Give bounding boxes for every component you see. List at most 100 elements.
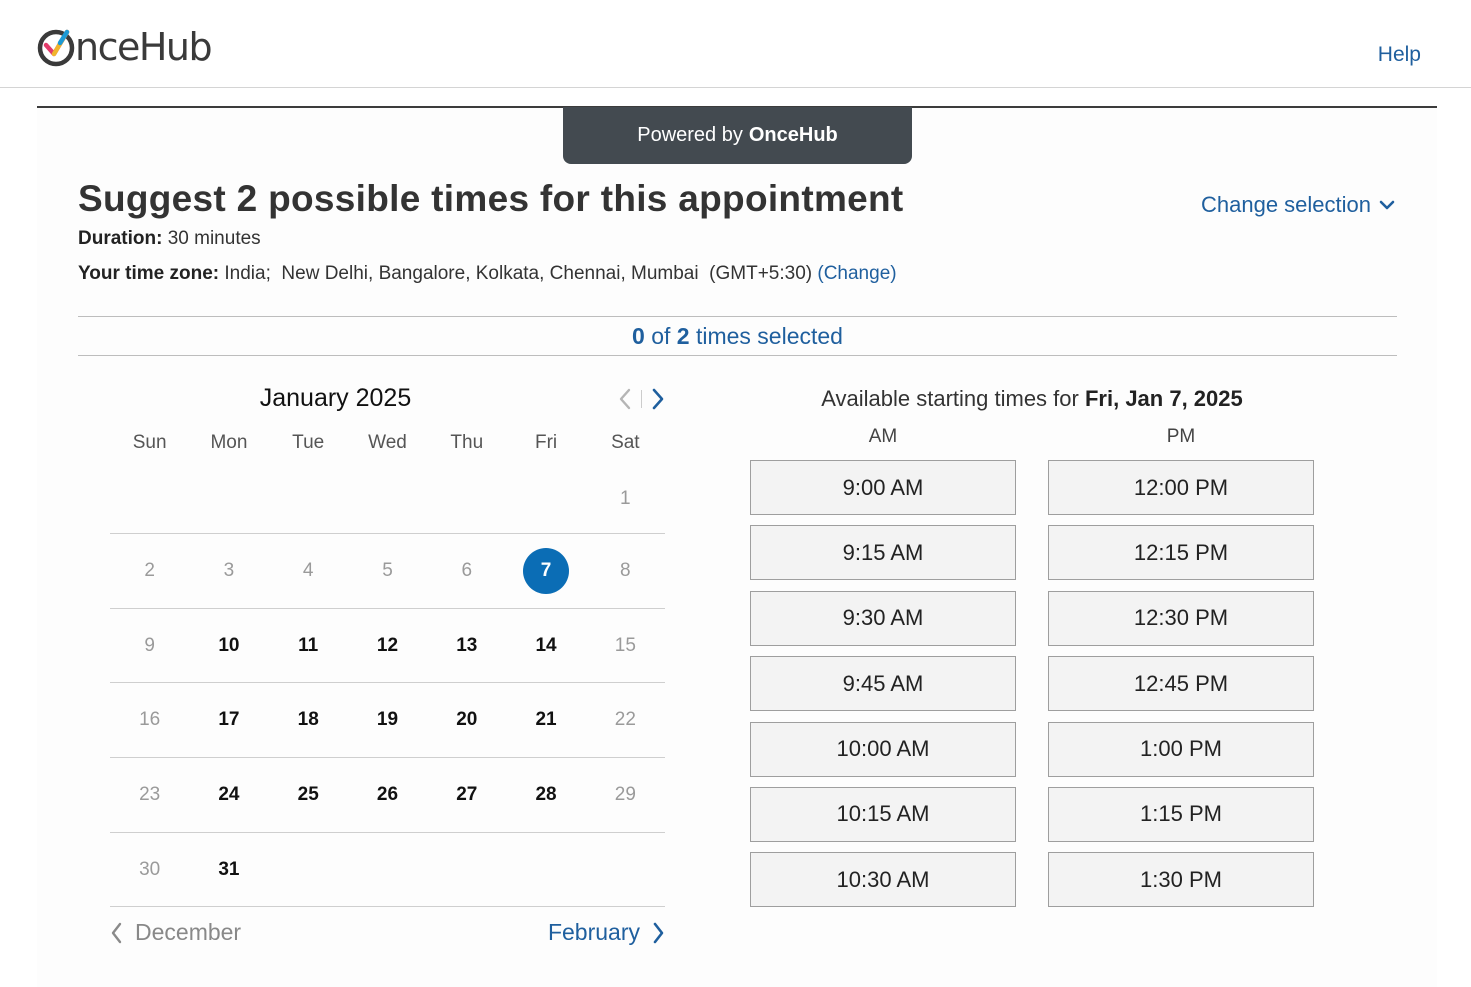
change-selection-button[interactable]: Change selection: [1201, 192, 1395, 218]
am-time-slot-button[interactable]: 10:00 AM: [750, 721, 1016, 777]
calendar-week: 30 31: [110, 833, 665, 908]
calendar-day-available[interactable]: 28: [506, 758, 585, 832]
prev-month-button[interactable]: December: [110, 919, 241, 946]
calendar-day-number: 1: [620, 487, 631, 509]
calendar-day-number: 12: [376, 634, 399, 656]
chevron-down-icon: [1379, 200, 1395, 210]
calendar-day-number: 26: [376, 783, 399, 805]
chevron-right-icon: [653, 922, 664, 944]
calendar-day-available[interactable]: 24: [189, 758, 268, 832]
calendar-day-available[interactable]: 25: [269, 758, 348, 832]
calendar-day-number: 2: [144, 559, 155, 581]
calendar-day-number: 7: [523, 547, 570, 594]
powered-brand: OnceHub: [748, 124, 838, 146]
pm-time-slot-button[interactable]: 12:00 PM: [1048, 460, 1314, 515]
calendar-day-number: 8: [620, 559, 631, 581]
logo-check-icon: [36, 27, 76, 67]
calendar-day-number: 28: [535, 783, 557, 805]
top-bar: nceHub Help: [0, 0, 1471, 88]
calendar-day-available[interactable]: 17: [189, 683, 268, 757]
calendar-day-number: 31: [218, 858, 240, 880]
calendar-day-available[interactable]: 13: [427, 609, 506, 683]
pm-time-slot-button[interactable]: 1:15 PM: [1048, 786, 1314, 842]
chevron-left-icon[interactable]: [618, 388, 632, 410]
month-label: January 2025: [259, 384, 412, 412]
total-count: 2: [676, 322, 690, 349]
duration-row: Duration: 30 minutes: [78, 228, 261, 250]
calendar-day-available[interactable]: 14: [506, 609, 585, 683]
calendar-day-number: 14: [535, 634, 557, 656]
calendar-footer: December February: [110, 907, 665, 963]
pm-time-slot-button[interactable]: 12:45 PM: [1048, 656, 1314, 712]
help-link[interactable]: Help: [1378, 43, 1421, 67]
available-heading-date: Fri, Jan 7, 2025: [1084, 386, 1243, 411]
weekday-label: Mon: [210, 432, 248, 453]
am-column: AM 9:00 AM 9:15 AM 9:30 AM 9:45 AM 10:00 AM 1…: [750, 426, 1016, 918]
calendar-day-available[interactable]: 20: [427, 683, 506, 757]
am-time-slot-button[interactable]: 9:00 AM: [750, 460, 1016, 515]
am-time-slot-button[interactable]: 9:30 AM: [750, 590, 1016, 646]
calendar-day-unavailable: 23: [110, 758, 189, 832]
am-time-slot-button[interactable]: 10:15 AM: [750, 786, 1016, 842]
pm-time-slot-button[interactable]: 1:00 PM: [1048, 721, 1314, 777]
timezone-value: India; New Delhi, Bangalore, Kolkata, Ch…: [224, 263, 813, 284]
calendar-day-number: 27: [456, 783, 478, 805]
calendar-day-number: 22: [614, 709, 636, 731]
calendar-day-number: 3: [223, 559, 235, 581]
pm-time-slot-button[interactable]: 12:15 PM: [1048, 525, 1314, 581]
weekday-label: Sun: [132, 432, 167, 453]
chevron-left-icon: [111, 922, 122, 944]
logo-text: nceHub: [75, 25, 213, 69]
am-time-slot-button[interactable]: 9:45 AM: [750, 656, 1016, 712]
timezone-row: Your time zone: India; New Delhi, Bangal…: [78, 263, 897, 285]
calendar-grid: 1 2 3 4 5 6 7 8 9 10 11 12 13 14 15 16 17 18 19 20 21 22 23 24 2…: [110, 464, 665, 908]
calendar-day-available[interactable]: 27: [427, 758, 506, 832]
next-month-button[interactable]: February: [548, 919, 665, 946]
weekday-row: Sun Mon Tue Wed Thu Fri Sat: [110, 422, 665, 464]
chevron-right-icon[interactable]: [651, 388, 665, 410]
oncehub-logo[interactable]: nceHub: [36, 24, 213, 70]
calendar-day-available[interactable]: 10: [189, 609, 268, 683]
calendar-day-unavailable: 6: [427, 534, 506, 608]
calendar-day-unavailable: 4: [269, 534, 348, 608]
calendar-day-number: 21: [535, 709, 557, 731]
calendar-day-number: 15: [614, 634, 636, 656]
pm-slot-list: 12:00 PM 12:15 PM 12:30 PM 12:45 PM 1:00 PM 1…: [1048, 460, 1314, 908]
calendar-empty-cell: [586, 833, 665, 907]
calendar-day-number: 10: [218, 634, 240, 656]
calendar-day-selected[interactable]: 7: [506, 534, 585, 608]
calendar-empty-cell: [506, 833, 585, 907]
calendar: January 2025 Sun Mon Tue Wed Thu Fri Sat 12345…: [110, 378, 665, 963]
calendar-day-unavailable: 29: [586, 758, 665, 832]
calendar-day-available[interactable]: 18: [269, 683, 348, 757]
calendar-day-available[interactable]: 19: [348, 683, 427, 757]
next-month-label: February: [547, 919, 640, 946]
change-selection-label: Change selection: [1200, 192, 1371, 217]
calendar-day-unavailable: 3: [189, 534, 268, 608]
timezone-change-close: ): [890, 263, 897, 284]
calendar-day-available[interactable]: 31: [189, 833, 268, 907]
calendar-day-number: 5: [382, 559, 393, 581]
pm-time-slot-button[interactable]: 12:30 PM: [1048, 590, 1314, 646]
calendar-day-number: 9: [144, 634, 155, 656]
calendar-day-available[interactable]: 26: [348, 758, 427, 832]
calendar-day-available[interactable]: 12: [348, 609, 427, 683]
calendar-day-number: 19: [376, 709, 399, 731]
pm-time-slot-button[interactable]: 1:30 PM: [1048, 852, 1314, 908]
calendar-day-number: 6: [461, 559, 473, 581]
powered-by-banner: Powered by OnceHub: [563, 107, 912, 164]
am-time-slot-button[interactable]: 10:30 AM: [750, 852, 1016, 908]
calendar-day-available[interactable]: 11: [269, 609, 348, 683]
prev-month-label: December: [135, 919, 242, 946]
powered-prefix: Powered by: [637, 124, 743, 146]
calendar-day-available[interactable]: 21: [506, 683, 585, 757]
timezone-label: Your time zone:: [78, 263, 220, 284]
calendar-day-number: 18: [297, 709, 319, 731]
am-time-slot-button[interactable]: 9:15 AM: [750, 525, 1016, 581]
calendar-day-unavailable: 15: [586, 609, 665, 683]
available-times: Available starting times for Fri, Jan 7,…: [750, 386, 1314, 918]
calendar-empty-cell: [269, 833, 348, 907]
calendar-day-unavailable: 8: [586, 534, 665, 608]
timezone-change-link[interactable]: Change: [824, 263, 891, 284]
selection-of: of: [651, 322, 671, 349]
